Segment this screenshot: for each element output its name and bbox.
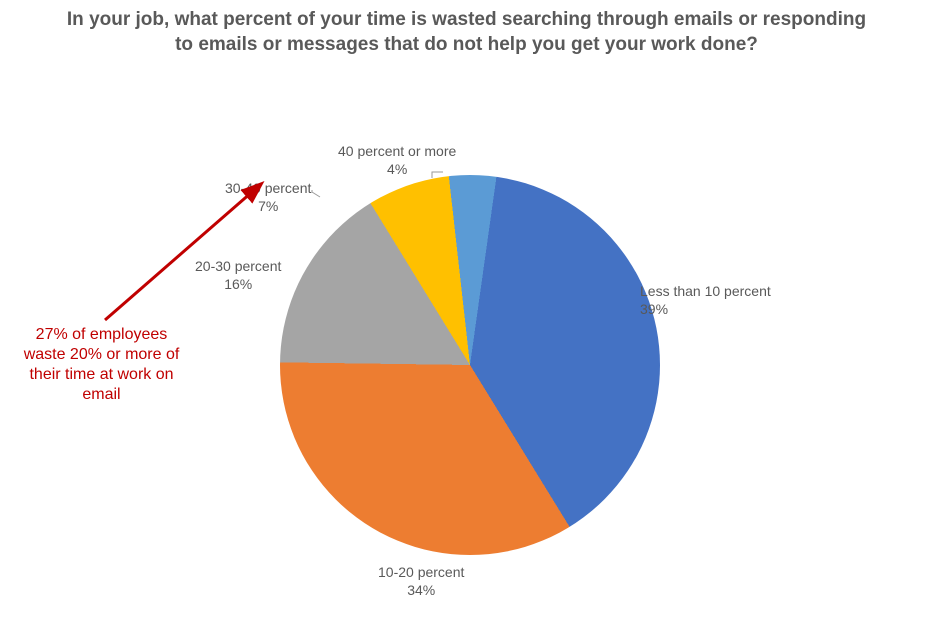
- annotation-text: 27% of employees waste 20% or more of th…: [14, 325, 189, 405]
- annotation-arrow-icon: [85, 170, 305, 340]
